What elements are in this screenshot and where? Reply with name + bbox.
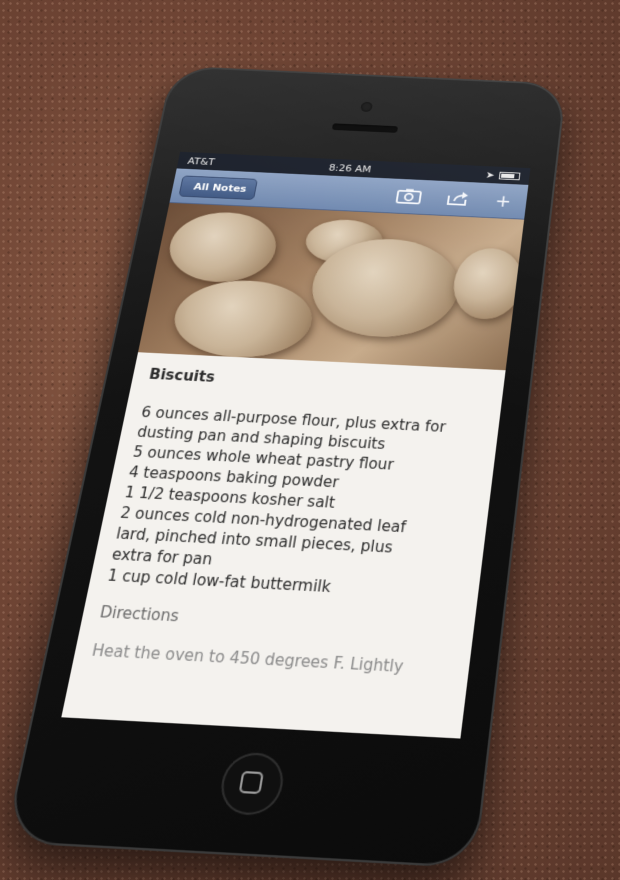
share-icon[interactable] (445, 190, 472, 206)
plus-icon[interactable]: + (494, 192, 512, 210)
note-title: Biscuits (148, 366, 489, 399)
status-indicators: ➤ (485, 169, 521, 181)
home-square-icon (239, 771, 264, 794)
nav-actions: + (396, 187, 520, 210)
carrier-label: AT&T (187, 155, 216, 167)
note-content[interactable]: Biscuits 6 ounces all-purpose flour, plu… (73, 352, 505, 682)
location-icon: ➤ (485, 169, 495, 180)
biscuits-photo (138, 203, 524, 370)
ingredient-list: 6 ounces all-purpose flour, plus extra f… (105, 403, 483, 605)
biscuit-image-part (163, 210, 282, 284)
camera-icon[interactable] (396, 188, 423, 204)
all-notes-back-button[interactable]: All Notes (179, 175, 258, 200)
battery-icon (499, 171, 521, 179)
directions-text: Heat the oven to 450 degrees F. Lightly (90, 640, 453, 681)
status-time: 8:26 AM (328, 162, 372, 175)
directions-heading: Directions (98, 603, 458, 640)
biscuit-image-part (167, 278, 317, 361)
biscuit-image-part (449, 247, 524, 321)
